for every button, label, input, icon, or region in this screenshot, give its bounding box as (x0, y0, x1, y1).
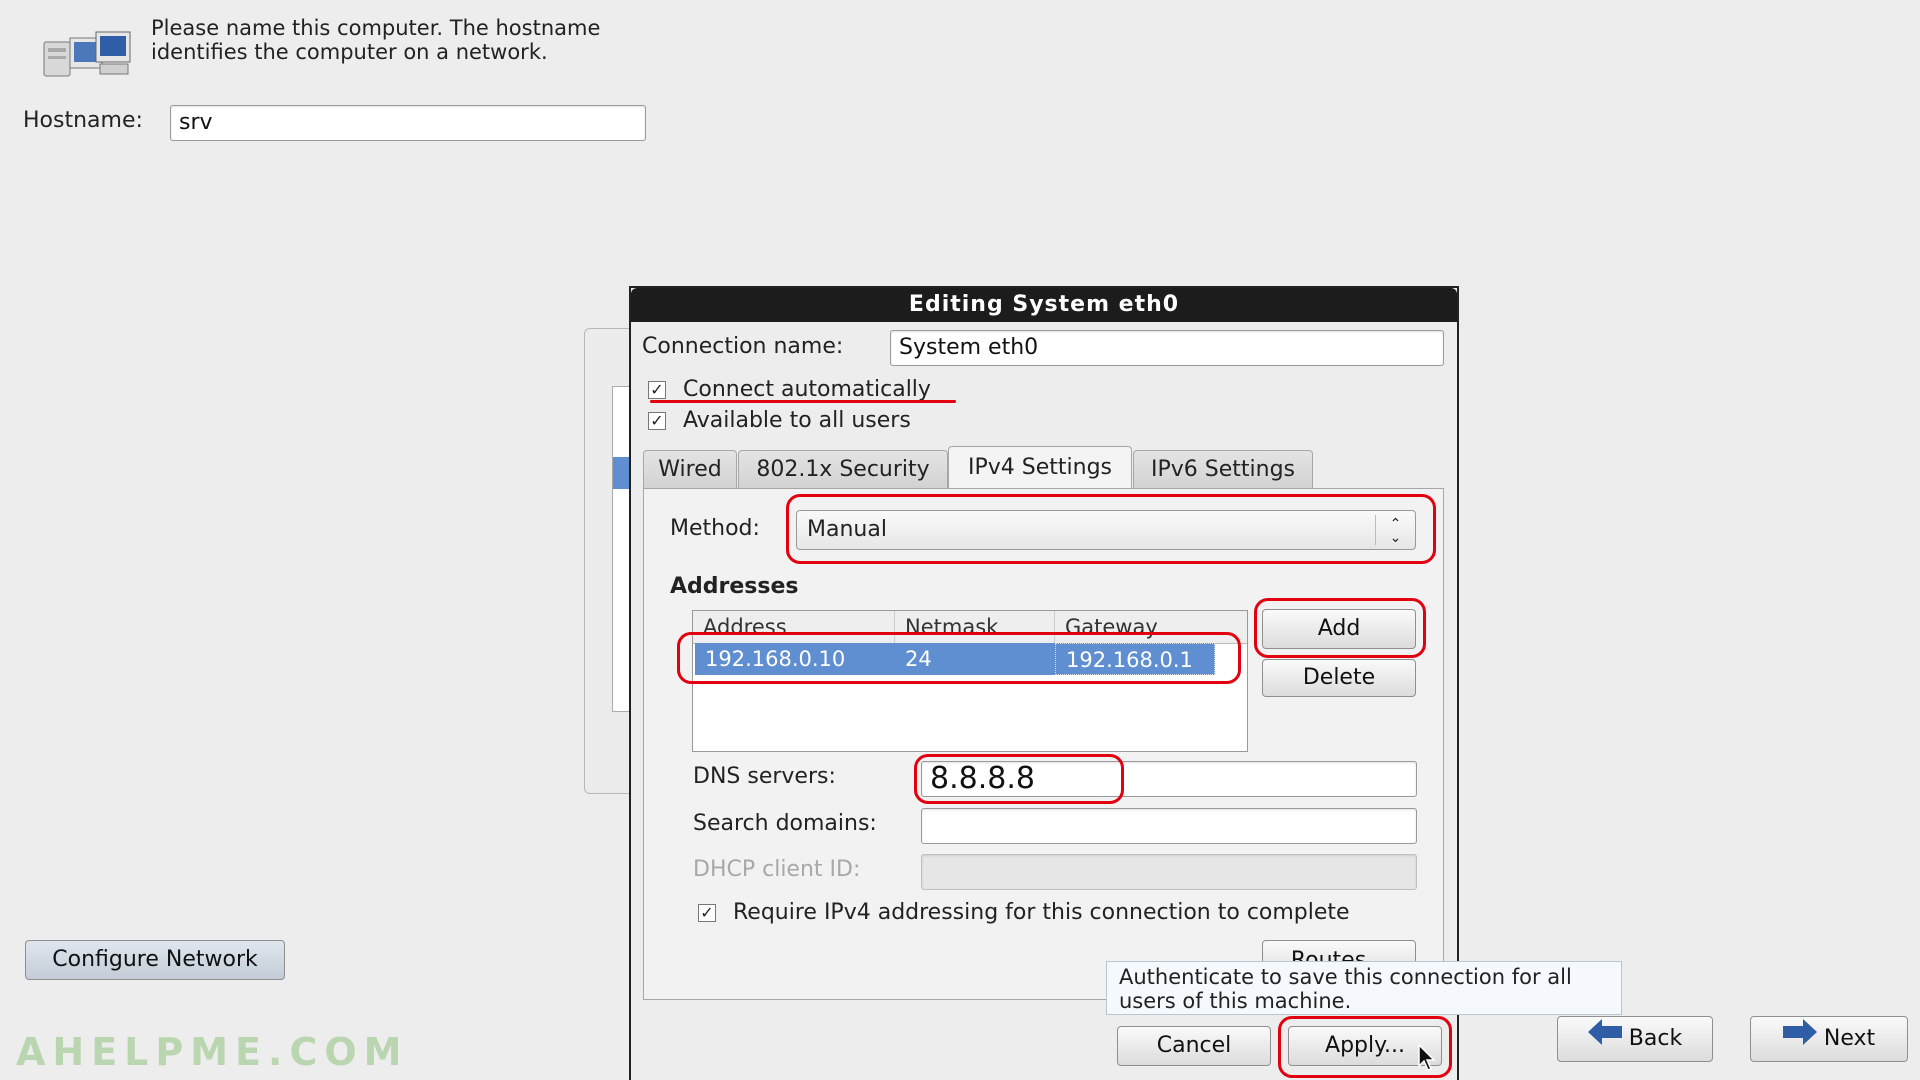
dhcp-client-label: DHCP client ID: (693, 857, 861, 882)
table-header: Address Netmask Gateway (693, 611, 1247, 644)
tab-8021x-security[interactable]: 802.1x Security (738, 450, 948, 488)
back-label: Back (1628, 1026, 1683, 1051)
cell-address[interactable]: 192.168.0.10 (695, 643, 895, 675)
computer-network-icon (42, 28, 134, 84)
addresses-table: Address Netmask Gateway 192.168.0.10 24 … (692, 610, 1248, 752)
column-address[interactable]: Address (693, 611, 895, 643)
checkbox-checked-icon: ✓ (648, 412, 666, 430)
hostname-label: Hostname: (23, 108, 143, 133)
search-domains-label: Search domains: (693, 811, 877, 836)
tab-ipv4-settings[interactable]: IPv4 Settings (948, 446, 1132, 490)
hostname-description: Please name this computer. The hostname … (151, 16, 601, 64)
dns-field[interactable]: 8.8.8.8 (921, 761, 1417, 797)
dns-label: DNS servers: (693, 764, 836, 789)
checkbox-checked-icon: ✓ (648, 381, 666, 399)
authenticate-tooltip: Authenticate to save this connection for… (1106, 961, 1622, 1015)
column-gateway[interactable]: Gateway (1055, 611, 1247, 643)
method-label: Method: (670, 516, 760, 541)
annotation-underline (650, 400, 956, 403)
cell-netmask[interactable]: 24 (895, 643, 1055, 675)
connect-automatically-label: Connect automatically (683, 377, 931, 402)
mouse-cursor-icon (1418, 1043, 1438, 1076)
require-ipv4-checkbox[interactable]: ✓ Require IPv4 addressing for this conne… (698, 900, 1350, 925)
checkbox-checked-icon: ✓ (698, 904, 716, 922)
method-select[interactable]: Manual ⌃ ⌄ (796, 510, 1416, 550)
require-ipv4-label: Require IPv4 addressing for this connect… (733, 900, 1350, 925)
combo-arrows-icon: ⌃ ⌄ (1375, 515, 1415, 545)
tab-ipv6-settings[interactable]: IPv6 Settings (1133, 450, 1313, 488)
cancel-button[interactable]: Cancel (1117, 1026, 1271, 1066)
watermark: AHELPME.COM (16, 1030, 409, 1074)
back-button[interactable]: Back (1557, 1016, 1713, 1062)
connect-automatically-checkbox[interactable]: ✓ Connect automatically (648, 377, 931, 402)
hostname-field[interactable]: srv (170, 105, 646, 141)
next-button[interactable]: Next (1750, 1016, 1908, 1062)
delete-button[interactable]: Delete (1262, 659, 1416, 697)
column-netmask[interactable]: Netmask (895, 611, 1055, 643)
search-domains-field[interactable] (921, 808, 1417, 844)
method-value: Manual (807, 517, 887, 542)
add-button[interactable]: Add (1262, 609, 1416, 649)
dhcp-client-field (921, 854, 1417, 890)
tab-wired[interactable]: Wired (643, 450, 737, 488)
table-row[interactable]: 192.168.0.10 24 192.168.0.1 (695, 643, 1215, 675)
dialog-title: Editing System eth0 (908, 292, 1180, 317)
arrow-right-icon (1782, 1017, 1817, 1061)
available-all-users-checkbox[interactable]: ✓ Available to all users (648, 408, 911, 433)
addresses-heading: Addresses (670, 574, 799, 599)
next-label: Next (1823, 1026, 1876, 1051)
configure-network-button[interactable]: Configure Network (25, 940, 285, 980)
dialog-title-bar[interactable]: Editing System eth0 (631, 288, 1457, 322)
available-all-users-label: Available to all users (683, 408, 911, 433)
connection-name-label: Connection name: (642, 334, 844, 359)
connection-name-field[interactable]: System eth0 (890, 330, 1444, 366)
cell-gateway[interactable]: 192.168.0.1 (1055, 643, 1215, 675)
arrow-left-icon (1587, 1017, 1622, 1061)
